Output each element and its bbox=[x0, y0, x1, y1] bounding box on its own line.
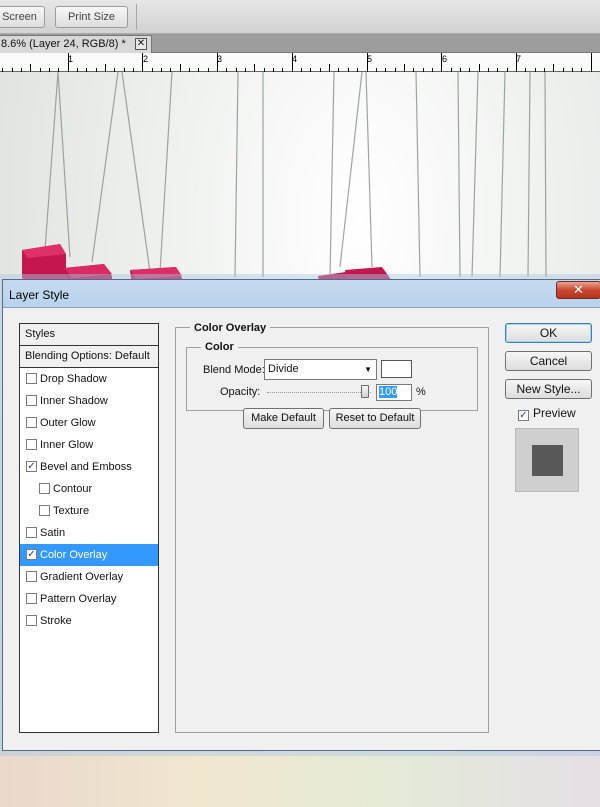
style-items: Drop Shadow Inner Shadow Outer Glow Inner G… bbox=[20, 368, 158, 632]
style-checkbox[interactable] bbox=[26, 417, 37, 428]
style-checkbox[interactable] bbox=[26, 593, 37, 604]
blending-options-item[interactable]: Blending Options: Default bbox=[20, 346, 158, 368]
blend-mode-select[interactable]: Divide ▼ bbox=[264, 359, 377, 380]
style-item[interactable]: Inner Shadow bbox=[20, 390, 158, 412]
style-item-label: Outer Glow bbox=[40, 417, 96, 429]
preview-checkbox[interactable]: ✓ bbox=[518, 410, 529, 421]
style-item-label: Drop Shadow bbox=[40, 373, 107, 385]
style-item-label: Pattern Overlay bbox=[40, 593, 117, 605]
ruler-number: 7 bbox=[516, 54, 522, 64]
opacity-value: 100 bbox=[379, 386, 398, 398]
preview-label: Preview bbox=[533, 406, 576, 420]
style-checkbox[interactable] bbox=[26, 571, 37, 582]
style-checkbox[interactable] bbox=[26, 527, 37, 538]
overlay-color-swatch[interactable] bbox=[381, 360, 412, 378]
photo-bottom-strip bbox=[0, 752, 600, 807]
opacity-slider-track[interactable] bbox=[267, 392, 371, 394]
style-item-label: Gradient Overlay bbox=[40, 571, 124, 583]
styles-list: Styles Blending Options: Default Drop Sh… bbox=[19, 323, 159, 733]
style-checkbox[interactable] bbox=[26, 439, 37, 450]
style-item[interactable]: Drop Shadow bbox=[20, 368, 158, 390]
dialog-title-bar[interactable]: Layer Style ✕ bbox=[3, 280, 600, 308]
ruler-number: 2 bbox=[143, 54, 149, 64]
style-item[interactable]: Gradient Overlay bbox=[20, 566, 158, 588]
color-overlay-panel: Color Overlay Color Blend Mode: Divide ▼… bbox=[175, 322, 489, 733]
ruler-number: 6 bbox=[442, 54, 448, 64]
style-checkbox[interactable] bbox=[39, 505, 50, 516]
toolbar-separator bbox=[136, 4, 137, 30]
blend-mode-label: Blend Mode: bbox=[203, 364, 265, 376]
style-item[interactable]: Satin bbox=[20, 522, 158, 544]
new-style-button[interactable]: New Style... bbox=[505, 379, 592, 399]
style-item[interactable]: Texture bbox=[20, 500, 158, 522]
style-item[interactable]: Outer Glow bbox=[20, 412, 158, 434]
cancel-button[interactable]: Cancel bbox=[505, 351, 592, 371]
ruler-number: 5 bbox=[367, 54, 373, 64]
style-preview bbox=[515, 428, 579, 492]
document-tab[interactable]: 8.6% (Layer 24, RGB/8) * ✕ bbox=[0, 35, 152, 53]
color-group: Color Blend Mode: Divide ▼ Opacity: 100 … bbox=[186, 341, 478, 411]
style-item[interactable]: ✓ Bevel and Emboss bbox=[20, 456, 158, 478]
style-item[interactable]: Contour bbox=[20, 478, 158, 500]
preview-swatch bbox=[532, 445, 563, 476]
style-item[interactable]: ✓ Color Overlay bbox=[20, 544, 158, 566]
preview-toggle[interactable]: ✓ Preview bbox=[518, 406, 576, 421]
style-item[interactable]: Pattern Overlay bbox=[20, 588, 158, 610]
opacity-unit: % bbox=[416, 386, 426, 398]
style-item-label: Texture bbox=[53, 505, 90, 517]
style-checkbox[interactable] bbox=[26, 373, 37, 384]
ruler-number: 1 bbox=[68, 54, 74, 64]
style-item[interactable]: Inner Glow bbox=[20, 434, 158, 456]
style-item-label: Satin bbox=[40, 527, 66, 539]
style-item-label: Bevel and Emboss bbox=[40, 461, 132, 473]
close-tab-icon[interactable]: ✕ bbox=[135, 38, 147, 50]
ok-button[interactable]: OK bbox=[505, 323, 592, 343]
document-tab-bar: 8.6% (Layer 24, RGB/8) * ✕ bbox=[0, 34, 600, 53]
dialog-title: Layer Style bbox=[9, 288, 70, 302]
style-checkbox[interactable] bbox=[39, 483, 50, 494]
panel-title: Color Overlay bbox=[190, 322, 271, 334]
options-bar: Screen Print Size bbox=[0, 0, 600, 34]
group-title: Color bbox=[201, 341, 238, 353]
ruler-number: 4 bbox=[292, 54, 298, 64]
style-item-label: Color Overlay bbox=[40, 549, 108, 561]
style-checkbox[interactable] bbox=[26, 615, 37, 626]
layer-style-dialog: Layer Style ✕ Styles Blending Options: D… bbox=[2, 279, 600, 751]
style-item[interactable]: Stroke bbox=[20, 610, 158, 632]
blend-mode-value: Divide bbox=[268, 363, 299, 375]
print-size-button[interactable]: Print Size bbox=[55, 6, 128, 28]
style-item-label: Inner Shadow bbox=[40, 395, 108, 407]
chevron-down-icon[interactable]: ▼ bbox=[364, 360, 372, 379]
screen-button[interactable]: Screen bbox=[0, 6, 45, 28]
ruler-number: 3 bbox=[217, 54, 223, 64]
style-item-label: Stroke bbox=[40, 615, 72, 627]
opacity-label: Opacity: bbox=[220, 386, 261, 398]
document-tab-title: 8.6% (Layer 24, RGB/8) * bbox=[1, 38, 126, 50]
horizontal-ruler[interactable]: 1 2 3 4 5 6 7 bbox=[0, 53, 600, 72]
style-checkbox[interactable]: ✓ bbox=[26, 549, 37, 560]
style-checkbox[interactable]: ✓ bbox=[26, 461, 37, 472]
close-icon[interactable]: ✕ bbox=[556, 281, 600, 299]
make-default-button[interactable]: Make Default bbox=[243, 408, 324, 429]
styles-header[interactable]: Styles bbox=[20, 324, 158, 346]
style-item-label: Inner Glow bbox=[40, 439, 94, 451]
reset-to-default-button[interactable]: Reset to Default bbox=[329, 408, 421, 429]
style-checkbox[interactable] bbox=[26, 395, 37, 406]
opacity-input[interactable]: 100 bbox=[376, 384, 412, 401]
opacity-slider-thumb[interactable] bbox=[361, 385, 369, 398]
style-item-label: Contour bbox=[53, 483, 93, 495]
ruler-ticks bbox=[2, 53, 592, 72]
